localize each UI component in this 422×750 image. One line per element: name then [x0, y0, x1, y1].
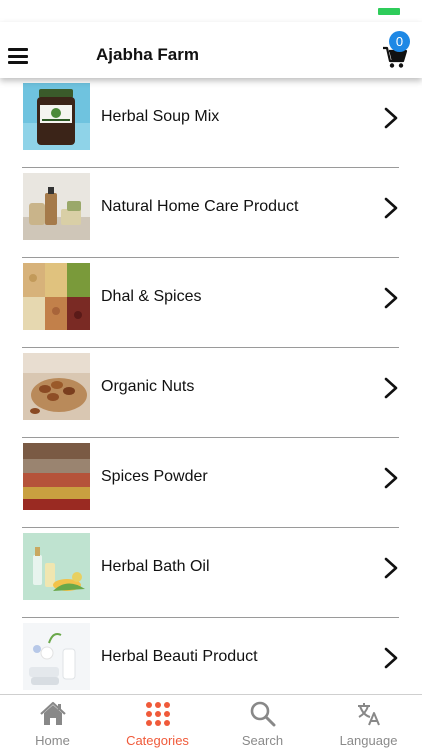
category-item-organic-nuts[interactable]: Organic Nuts — [22, 348, 399, 438]
dhal-beans-image — [23, 263, 90, 330]
home-icon — [40, 701, 66, 727]
category-label: Natural Home Care Product — [101, 198, 299, 215]
category-item-herbal-beauti-product[interactable]: Herbal Beauti Product — [22, 618, 399, 694]
category-label: Herbal Soup Mix — [101, 108, 220, 125]
tab-language[interactable]: Language — [316, 695, 421, 750]
bottom-tab-bar: Home Categories Search Language — [0, 694, 422, 750]
category-label: Herbal Bath Oil — [101, 558, 210, 575]
chevron-right-icon — [384, 287, 398, 309]
category-label: Organic Nuts — [101, 378, 195, 395]
category-list: Herbal Soup Mix Natural Home Care Produc… — [0, 78, 422, 694]
tab-label: Home — [35, 733, 70, 748]
chevron-right-icon — [384, 197, 398, 219]
page-title: Ajabha Farm — [96, 45, 199, 64]
category-label: Dhal & Spices — [101, 288, 202, 305]
chevron-right-icon — [384, 557, 398, 579]
tab-home[interactable]: Home — [0, 695, 105, 750]
tab-label: Search — [241, 733, 284, 748]
chevron-right-icon — [384, 467, 398, 489]
almonds-bowl-image — [23, 353, 90, 420]
hamburger-menu-icon[interactable] — [8, 48, 28, 64]
category-item-herbal-soup-mix[interactable]: Herbal Soup Mix — [22, 78, 399, 168]
app-header: Ajabha Farm 0 — [0, 22, 422, 78]
tab-label: Categories — [126, 733, 189, 748]
category-label: Spices Powder — [101, 468, 208, 485]
tab-search[interactable]: Search — [210, 695, 315, 750]
chevron-right-icon — [384, 377, 398, 399]
herbal-soup-jar-image — [23, 83, 90, 150]
category-item-spices-powder[interactable]: Spices Powder — [22, 438, 399, 528]
chevron-right-icon — [384, 107, 398, 129]
grid-dots-icon — [145, 701, 171, 727]
search-icon — [250, 701, 276, 727]
beauty-spa-image — [23, 623, 90, 690]
status-bar — [0, 0, 422, 22]
chevron-right-icon — [384, 647, 398, 669]
tab-categories[interactable]: Categories — [105, 695, 210, 750]
category-item-natural-home-care[interactable]: Natural Home Care Product — [22, 168, 399, 258]
cart-count-badge: 0 — [389, 31, 410, 52]
battery-icon — [378, 8, 400, 15]
category-label: Herbal Beauti Product — [101, 648, 258, 665]
category-item-herbal-bath-oil[interactable]: Herbal Bath Oil — [22, 528, 399, 618]
spice-powder-image — [23, 443, 90, 510]
bath-oil-bottles-image — [23, 533, 90, 600]
tab-label: Language — [339, 733, 398, 748]
home-care-bottles-image — [23, 173, 90, 240]
translate-icon — [356, 701, 382, 727]
category-item-dhal-spices[interactable]: Dhal & Spices — [22, 258, 399, 348]
